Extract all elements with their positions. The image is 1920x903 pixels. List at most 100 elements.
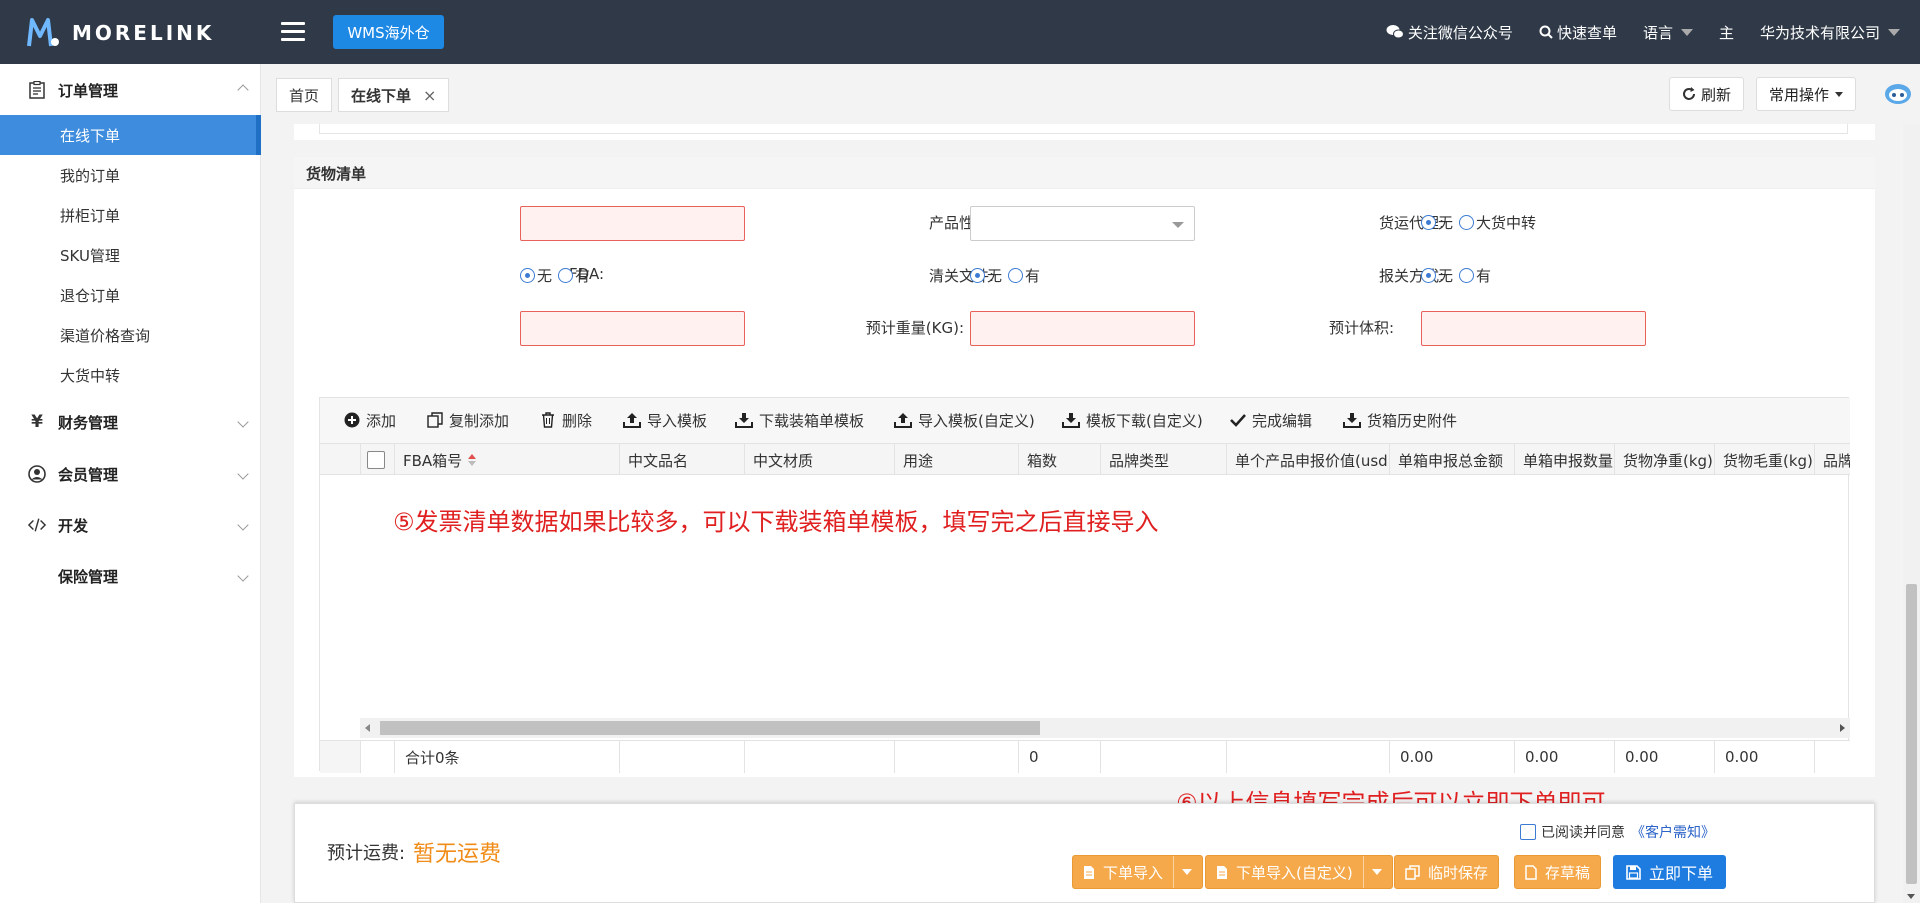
radio-label: 无: [1438, 214, 1454, 232]
fda-yes-radio[interactable]: [558, 268, 574, 283]
column-header-brand[interactable]: 品牌: [1814, 444, 1850, 474]
freight-agent-bulk-radio[interactable]: [1459, 215, 1475, 230]
theme-toggle[interactable]: 主: [1719, 22, 1734, 43]
order-import-custom-dropdown[interactable]: [1362, 856, 1382, 888]
menu-toggle-icon[interactable]: [281, 22, 305, 42]
sidebar-item-bulk-transfer[interactable]: 大货中转: [0, 355, 261, 395]
weight-label: 预计重量(KG):: [865, 319, 964, 337]
menu-group-orders[interactable]: 订单管理: [0, 68, 261, 112]
sidebar-item-channel-price[interactable]: 渠道价格查询: [0, 315, 261, 355]
wms-button[interactable]: WMS海外仓: [333, 15, 444, 49]
column-header-fba-box-no[interactable]: FBA箱号: [394, 444, 619, 474]
sidebar-item-online-order[interactable]: 在线下单: [0, 115, 261, 155]
table-header: FBA箱号 中文品名 中文材质 用途 箱数 品牌类型 单个产品申报价值(usd)…: [320, 443, 1850, 475]
scroll-right-icon[interactable]: [1840, 724, 1845, 732]
menu-group-label: 保险管理: [58, 567, 119, 586]
clipboard-icon: [28, 81, 46, 99]
box-history-attachments-button[interactable]: 货箱历史附件: [1343, 410, 1457, 430]
sidebar-item-my-orders[interactable]: 我的订单: [0, 155, 261, 195]
language-dropdown[interactable]: 语言: [1643, 22, 1693, 43]
select-all-cell: [360, 444, 394, 474]
clearance-none-radio[interactable]: [970, 268, 985, 283]
company-dropdown[interactable]: 华为技术有限公司: [1760, 22, 1900, 43]
sort-icon[interactable]: [467, 453, 477, 467]
sidebar-item-lcl-orders[interactable]: 拼柜订单: [0, 195, 261, 235]
save-draft-button[interactable]: 存草稿: [1514, 855, 1602, 889]
download-icon: [1343, 413, 1361, 428]
order-import-button[interactable]: 下单导入: [1072, 855, 1204, 889]
download-template-custom-button[interactable]: 模板下载(自定义): [1062, 410, 1203, 430]
order-import-custom-button[interactable]: 下单导入(自定义): [1205, 855, 1393, 889]
scroll-left-icon[interactable]: [365, 724, 370, 732]
menu-group-insurance[interactable]: 保险管理: [0, 554, 261, 598]
finish-edit-button[interactable]: 完成编辑: [1230, 410, 1312, 430]
freight-estimate-label: 预计运费:: [327, 843, 406, 864]
download-icon: [735, 413, 753, 428]
trash-icon: [542, 412, 554, 428]
refresh-label: 刷新: [1701, 85, 1732, 104]
tab-home[interactable]: 首页: [276, 78, 333, 112]
vertical-scrollbar[interactable]: [1903, 124, 1920, 903]
quick-search-link[interactable]: 快速查单: [1539, 22, 1617, 43]
column-header-box-count[interactable]: 箱数: [1018, 444, 1100, 474]
delete-button[interactable]: 删除: [540, 410, 592, 430]
column-header-cn-name[interactable]: 中文品名: [619, 444, 744, 474]
customs-yes-radio[interactable]: [1459, 268, 1475, 283]
product-nature-select[interactable]: [970, 206, 1195, 241]
import-template-custom-button[interactable]: 导入模板(自定义): [894, 410, 1035, 430]
box-count-input[interactable]: [520, 311, 745, 346]
download-packing-template-button[interactable]: 下载装箱单模板: [735, 410, 864, 430]
order-import-dropdown[interactable]: [1173, 856, 1193, 888]
volume-input[interactable]: [1421, 311, 1646, 346]
sidebar-item-sku[interactable]: SKU管理: [0, 235, 261, 275]
customs-none-radio[interactable]: [1421, 268, 1436, 283]
assistant-robot-icon[interactable]: [1884, 82, 1912, 106]
menu-group-finance[interactable]: ¥ 财务管理: [0, 400, 261, 444]
copy-add-button[interactable]: 复制添加: [427, 410, 509, 430]
column-header-brand-type[interactable]: 品牌类型: [1100, 444, 1226, 474]
radio-label: 有: [1476, 267, 1492, 285]
select-all-checkbox[interactable]: [367, 451, 385, 469]
file-icon: [1217, 865, 1227, 879]
product-name-input[interactable]: [520, 206, 745, 241]
common-ops-dropdown[interactable]: 常用操作: [1756, 77, 1857, 111]
toolbar-label: 添加: [366, 411, 397, 430]
place-order-button[interactable]: 立即下单: [1613, 855, 1727, 889]
sidebar-item-return-orders[interactable]: 退仓订单: [0, 275, 261, 315]
column-header-net-weight[interactable]: 货物净重(kg): [1614, 444, 1714, 474]
toolbar-label: 下载装箱单模板: [759, 411, 865, 430]
customer-notice-link[interactable]: 《客户需知》: [1631, 822, 1715, 842]
column-header-box-declared-total[interactable]: 单箱申报总金额: [1389, 444, 1514, 474]
sidebar: 订单管理 在线下单 我的订单 拼柜订单 SKU管理 退仓订单 渠道价格查询 大货…: [0, 64, 261, 903]
wechat-link[interactable]: 关注微信公众号: [1386, 22, 1513, 43]
column-header-usage[interactable]: 用途: [894, 444, 1018, 474]
menu-group-members[interactable]: 会员管理: [0, 452, 261, 496]
footer-cell: [360, 741, 394, 773]
refresh-button[interactable]: 刷新: [1669, 77, 1745, 111]
close-icon[interactable]: ×: [423, 86, 436, 105]
tab-online-order[interactable]: 在线下单 ×: [338, 78, 450, 112]
wechat-icon: [1386, 25, 1404, 39]
temp-save-button[interactable]: 临时保存: [1394, 855, 1500, 889]
footer-cell: [1226, 741, 1389, 773]
fda-none-radio[interactable]: [520, 268, 535, 283]
scrollbar-thumb[interactable]: [380, 721, 1040, 735]
top-right-nav: 关注微信公众号 快速查单 语言 主 华为技术有限公司: [1360, 0, 1900, 64]
toolbar-label: 完成编辑: [1252, 411, 1313, 430]
weight-input[interactable]: [970, 311, 1195, 346]
column-header-gross-weight[interactable]: 货物毛重(kg): [1714, 444, 1814, 474]
add-button[interactable]: 添加: [344, 410, 396, 430]
horizontal-scrollbar[interactable]: [360, 718, 1850, 738]
copy-icon: [1405, 864, 1420, 880]
scrollbar-thumb[interactable]: [1906, 584, 1917, 884]
scroll-down-icon[interactable]: [1907, 894, 1915, 899]
column-header-cn-material[interactable]: 中文材质: [744, 444, 894, 474]
agree-checkbox[interactable]: [1520, 824, 1536, 840]
import-template-button[interactable]: 导入模板: [623, 410, 707, 430]
freight-agent-none-radio[interactable]: [1421, 215, 1436, 230]
column-header-unit-declared-value[interactable]: 单个产品申报价值(usd): [1226, 444, 1389, 474]
clearance-yes-radio[interactable]: [1008, 268, 1024, 283]
column-header-box-declared-qty[interactable]: 单箱申报数量: [1514, 444, 1614, 474]
check-icon: [1230, 414, 1246, 427]
menu-group-develop[interactable]: 开发: [0, 503, 261, 547]
